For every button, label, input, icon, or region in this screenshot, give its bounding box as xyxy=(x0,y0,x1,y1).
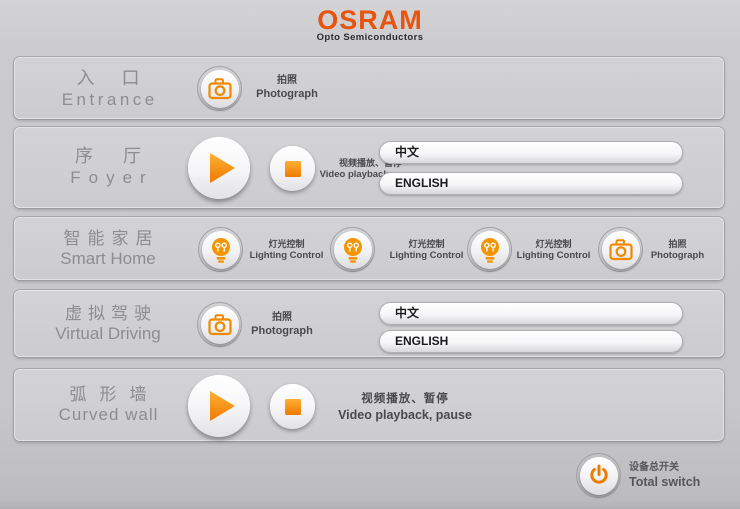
camera-icon xyxy=(602,231,640,269)
lighting-control-label-3: 灯光控制 Lighting Control xyxy=(511,238,596,262)
section-title: 智能家居 Smart Home xyxy=(23,229,193,270)
photograph-label: 拍照 Photograph xyxy=(635,238,720,262)
lamp-icon xyxy=(202,231,240,269)
play-icon xyxy=(207,151,237,185)
panel-foyer: 序厅 Foyer 视频播放、暂停 Video playback, pause 中… xyxy=(14,127,724,208)
panel-entrance: 入口 Entrance 拍照 Photograph xyxy=(14,57,724,119)
foyer-language-english-button[interactable]: ENGLISH xyxy=(379,172,683,195)
section-title: 序厅 Foyer xyxy=(23,146,193,188)
camera-icon xyxy=(201,70,239,108)
section-title-cn: 序厅 xyxy=(23,146,193,168)
panel-curved-wall: 弧形墙 Curved wall 视频播放、暂停 Video playback, … xyxy=(14,369,724,441)
total-switch-label: 设备总开关 Total switch xyxy=(629,461,700,490)
photograph-label: 拍照 Photograph xyxy=(237,74,337,101)
lighting-control-button-1[interactable] xyxy=(198,227,243,272)
photograph-label: 拍照 Photograph xyxy=(237,311,327,338)
curved-wall-play-button[interactable] xyxy=(188,375,250,437)
section-title: 虚拟驾驶 Virtual Driving xyxy=(23,304,193,345)
lamp-icon xyxy=(471,231,509,269)
power-icon xyxy=(580,457,618,495)
panel-virtual-driving: 虚拟驾驶 Virtual Driving 拍照 Photograph 中文 EN… xyxy=(14,290,724,357)
section-title-en: Foyer xyxy=(23,168,193,188)
section-title-cn: 入口 xyxy=(23,68,193,90)
virtual-driving-language-english-button[interactable]: ENGLISH xyxy=(379,330,683,353)
virtual-driving-language-chinese-button[interactable]: 中文 xyxy=(379,302,683,325)
foyer-play-button[interactable] xyxy=(188,137,250,199)
lamp-icon xyxy=(334,231,372,269)
video-playback-label: 视频播放、暂停 Video playback, pause xyxy=(325,392,485,423)
total-switch-button[interactable] xyxy=(576,453,621,498)
lighting-control-label-1: 灯光控制 Lighting Control xyxy=(244,238,329,262)
play-icon xyxy=(207,389,237,423)
curved-wall-stop-button[interactable] xyxy=(270,384,315,429)
section-title-en: Smart Home xyxy=(23,249,193,269)
osram-control-panel: OSRAM Opto Semiconductors 入口 Entrance 拍照… xyxy=(0,0,740,509)
foyer-language-chinese-button[interactable]: 中文 xyxy=(379,141,683,164)
entrance-photograph-button[interactable] xyxy=(197,66,242,111)
section-title-cn: 虚拟驾驶 xyxy=(23,304,193,324)
section-title: 入口 Entrance xyxy=(23,68,193,110)
lighting-control-label-2: 灯光控制 Lighting Control xyxy=(384,238,469,262)
section-title-cn: 智能家居 xyxy=(23,229,193,249)
section-title-en: Curved wall xyxy=(23,405,193,425)
lighting-control-button-2[interactable] xyxy=(330,227,375,272)
osram-logo-subtitle: Opto Semiconductors xyxy=(0,32,740,43)
virtual-driving-photograph-button[interactable] xyxy=(197,302,242,347)
stop-icon xyxy=(284,160,302,178)
section-title-en: Entrance xyxy=(23,90,193,110)
lighting-control-button-3[interactable] xyxy=(467,227,512,272)
camera-icon xyxy=(201,306,239,344)
stop-icon xyxy=(284,398,302,416)
section-title-cn: 弧形墙 xyxy=(23,385,193,405)
panel-smart-home: 智能家居 Smart Home 灯光控制 Lighting Control xyxy=(14,217,724,280)
section-title-en: Virtual Driving xyxy=(23,324,193,344)
section-title: 弧形墙 Curved wall xyxy=(23,385,193,426)
